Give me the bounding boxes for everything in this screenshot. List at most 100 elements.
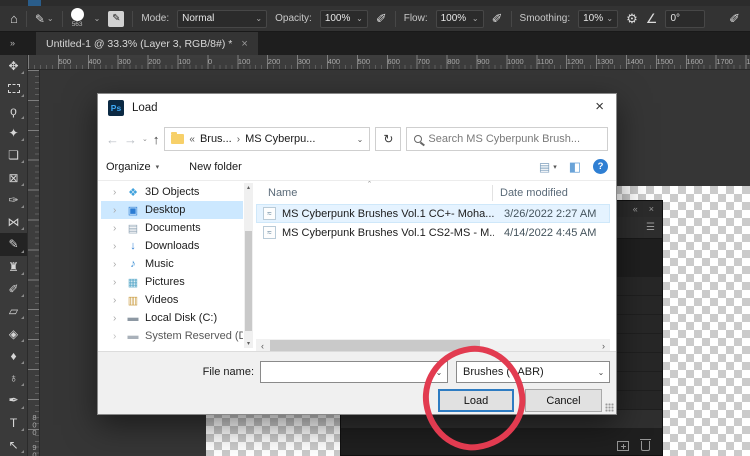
mode-select[interactable]: Normal ⌄: [177, 9, 268, 28]
expand-chevron-icon[interactable]: ›: [113, 187, 121, 198]
forward-icon[interactable]: →: [124, 133, 137, 146]
tree-scrollbar[interactable]: ▴ ▾: [244, 183, 253, 348]
smoothing-select[interactable]: 10% ⌄: [578, 9, 619, 28]
tool-eraser[interactable]: ▱: [0, 300, 27, 322]
up-folder-icon[interactable]: ↑: [153, 133, 160, 146]
sidebar-item-3d-objects[interactable]: › ❖ 3D Objects: [101, 183, 243, 201]
tool-quick-selection[interactable]: ✦: [0, 122, 27, 144]
scroll-up-icon[interactable]: ▴: [244, 184, 253, 191]
tool-rectangular-marquee[interactable]: [0, 77, 27, 99]
MS Cyberpunk Brushes Vol.1 CS2-MS - M...[interactable]: ≈ MS Cyberpunk Brushes Vol.1 CS2-MS - M.…: [256, 223, 610, 242]
new-brush-icon[interactable]: [617, 441, 629, 451]
search-box[interactable]: [406, 127, 608, 151]
sidebar-item-desktop[interactable]: › ▣ Desktop: [101, 201, 243, 219]
help-button[interactable]: ?: [593, 159, 608, 174]
tool-eyedropper[interactable]: ✑: [0, 189, 27, 211]
sidebar-item-music[interactable]: › ♪ Music: [101, 255, 243, 273]
expand-chevron-icon[interactable]: ›: [113, 277, 121, 288]
back-icon[interactable]: ←: [106, 133, 119, 146]
file-name-combo[interactable]: ⌄: [260, 361, 448, 383]
chevron-down-icon: ⌄: [606, 14, 614, 23]
cancel-button[interactable]: Cancel: [525, 389, 602, 412]
brush-pressure-icon[interactable]: ✐: [729, 12, 740, 25]
tool-move[interactable]: ✥: [0, 55, 27, 77]
close-panel-icon[interactable]: ×: [649, 204, 654, 214]
sidebar-item-documents[interactable]: › ▤ Documents: [101, 219, 243, 237]
address-chevron-icon[interactable]: ⌄: [357, 135, 364, 144]
tab-close-icon[interactable]: ×: [241, 38, 247, 50]
view-options-button[interactable]: ▤ ▾: [539, 160, 557, 174]
tool-healing-brush[interactable]: ⋈: [0, 211, 27, 233]
tool-icon: ⊠: [8, 170, 19, 185]
tool-paint-bucket[interactable]: ◈: [0, 322, 27, 344]
expand-chevron-icon[interactable]: ›: [113, 259, 121, 270]
tool-dodge[interactable]: ♁: [0, 367, 27, 389]
tool-pen[interactable]: ✒: [0, 389, 27, 411]
location-icon: ▤: [127, 222, 139, 235]
expand-chevron-icon[interactable]: ›: [113, 295, 121, 306]
expand-chevron-icon[interactable]: ›: [113, 331, 121, 342]
panel-overflow-icon[interactable]: »: [10, 38, 15, 48]
refresh-button[interactable]: ↻: [375, 127, 402, 151]
ruler-label: 900: [477, 57, 490, 66]
collapse-panel-icon[interactable]: «: [633, 204, 638, 214]
breadcrumb[interactable]: « Brus... › MS Cyberpu... ⌄: [164, 127, 371, 151]
sort-ascending-icon[interactable]: ˆ: [368, 180, 371, 190]
organize-button[interactable]: Organize ▾: [106, 161, 159, 173]
MS Cyberpunk Brushes Vol.1 CC+- Moha...[interactable]: ≈ MS Cyberpunk Brushes Vol.1 CC+- Moha..…: [256, 204, 610, 223]
sidebar-item-videos[interactable]: › ▥ Videos: [101, 291, 243, 309]
tool-lasso[interactable]: ϙ: [0, 100, 27, 122]
airbrush-icon[interactable]: ✐: [492, 12, 503, 25]
document-tab[interactable]: Untitled-1 @ 33.3% (Layer 3, RGB/8#) * ×: [36, 32, 258, 55]
preview-pane-icon[interactable]: ◧: [569, 160, 581, 173]
column-header-date-modified[interactable]: Date modified: [500, 187, 568, 199]
chevron-down-icon: ⌄: [356, 14, 363, 23]
breadcrumb-segment[interactable]: MS Cyberpu...: [245, 133, 315, 145]
ruler-label: 1600: [686, 57, 704, 66]
tool-blur[interactable]: ♦: [0, 345, 27, 367]
gear-icon[interactable]: ⚙: [626, 12, 638, 25]
search-input[interactable]: [428, 133, 600, 145]
column-divider[interactable]: [492, 185, 493, 201]
panel-menu-icon[interactable]: ☰: [646, 222, 655, 233]
search-icon: [414, 135, 423, 143]
tool-crop[interactable]: ❏: [0, 144, 27, 166]
tool-history-brush[interactable]: ✐: [0, 278, 27, 300]
expand-chevron-icon[interactable]: ›: [113, 223, 121, 234]
home-icon[interactable]: ⌂: [10, 12, 18, 25]
brush-picker-chevron-icon[interactable]: ⌄: [94, 14, 101, 23]
sidebar-item-label: Desktop: [145, 204, 186, 216]
file-name-input[interactable]: [261, 362, 431, 382]
tool-preset-picker[interactable]: ✎ ⌄: [35, 12, 54, 26]
brush-preset-preview[interactable]: 563: [70, 8, 84, 29]
scrollbar-thumb[interactable]: [270, 340, 480, 351]
expand-chevron-icon[interactable]: ›: [113, 241, 121, 252]
column-header-name[interactable]: Name: [268, 187, 297, 199]
load-dialog: Ps Load × ← → ⌄ ↑ « Brus... › MS Cyberpu…: [97, 93, 617, 415]
flow-select[interactable]: 100% ⌄: [435, 9, 484, 28]
sidebar-item-system-reserved-d[interactable]: › ▬ System Reserved (D:): [101, 327, 243, 345]
angle-input[interactable]: 0°: [665, 9, 706, 28]
sidebar-item-pictures[interactable]: › ▦ Pictures: [101, 273, 243, 291]
sidebar-item-local-disk-c[interactable]: › ▬ Local Disk (C:): [101, 309, 243, 327]
tool-path-select[interactable]: ↖: [0, 434, 27, 456]
tool-clone-stamp[interactable]: ♜: [0, 256, 27, 278]
dialog-close-icon[interactable]: ×: [595, 99, 604, 114]
toggle-brushes-panel-button[interactable]: ✎: [108, 10, 125, 27]
tool-frame[interactable]: ⊠: [0, 166, 27, 188]
scrollbar-thumb[interactable]: [245, 231, 252, 331]
opacity-value: 100%: [324, 13, 351, 24]
trash-icon[interactable]: [640, 439, 651, 451]
opacity-pressure-icon[interactable]: ✐: [376, 12, 387, 25]
resize-grip[interactable]: [605, 403, 614, 412]
new-folder-button[interactable]: New folder: [189, 161, 242, 173]
tool-type[interactable]: T: [0, 412, 27, 434]
history-chevron-icon[interactable]: ⌄: [142, 135, 148, 143]
tool-brush[interactable]: ✎: [0, 233, 27, 256]
expand-chevron-icon[interactable]: ›: [113, 313, 121, 324]
scroll-down-icon[interactable]: ▾: [244, 340, 253, 347]
opacity-select[interactable]: 100% ⌄: [319, 9, 368, 28]
sidebar-item-downloads[interactable]: › ↓ Downloads: [101, 237, 243, 255]
breadcrumb-segment[interactable]: Brus...: [200, 133, 232, 145]
expand-chevron-icon[interactable]: ›: [113, 205, 121, 216]
